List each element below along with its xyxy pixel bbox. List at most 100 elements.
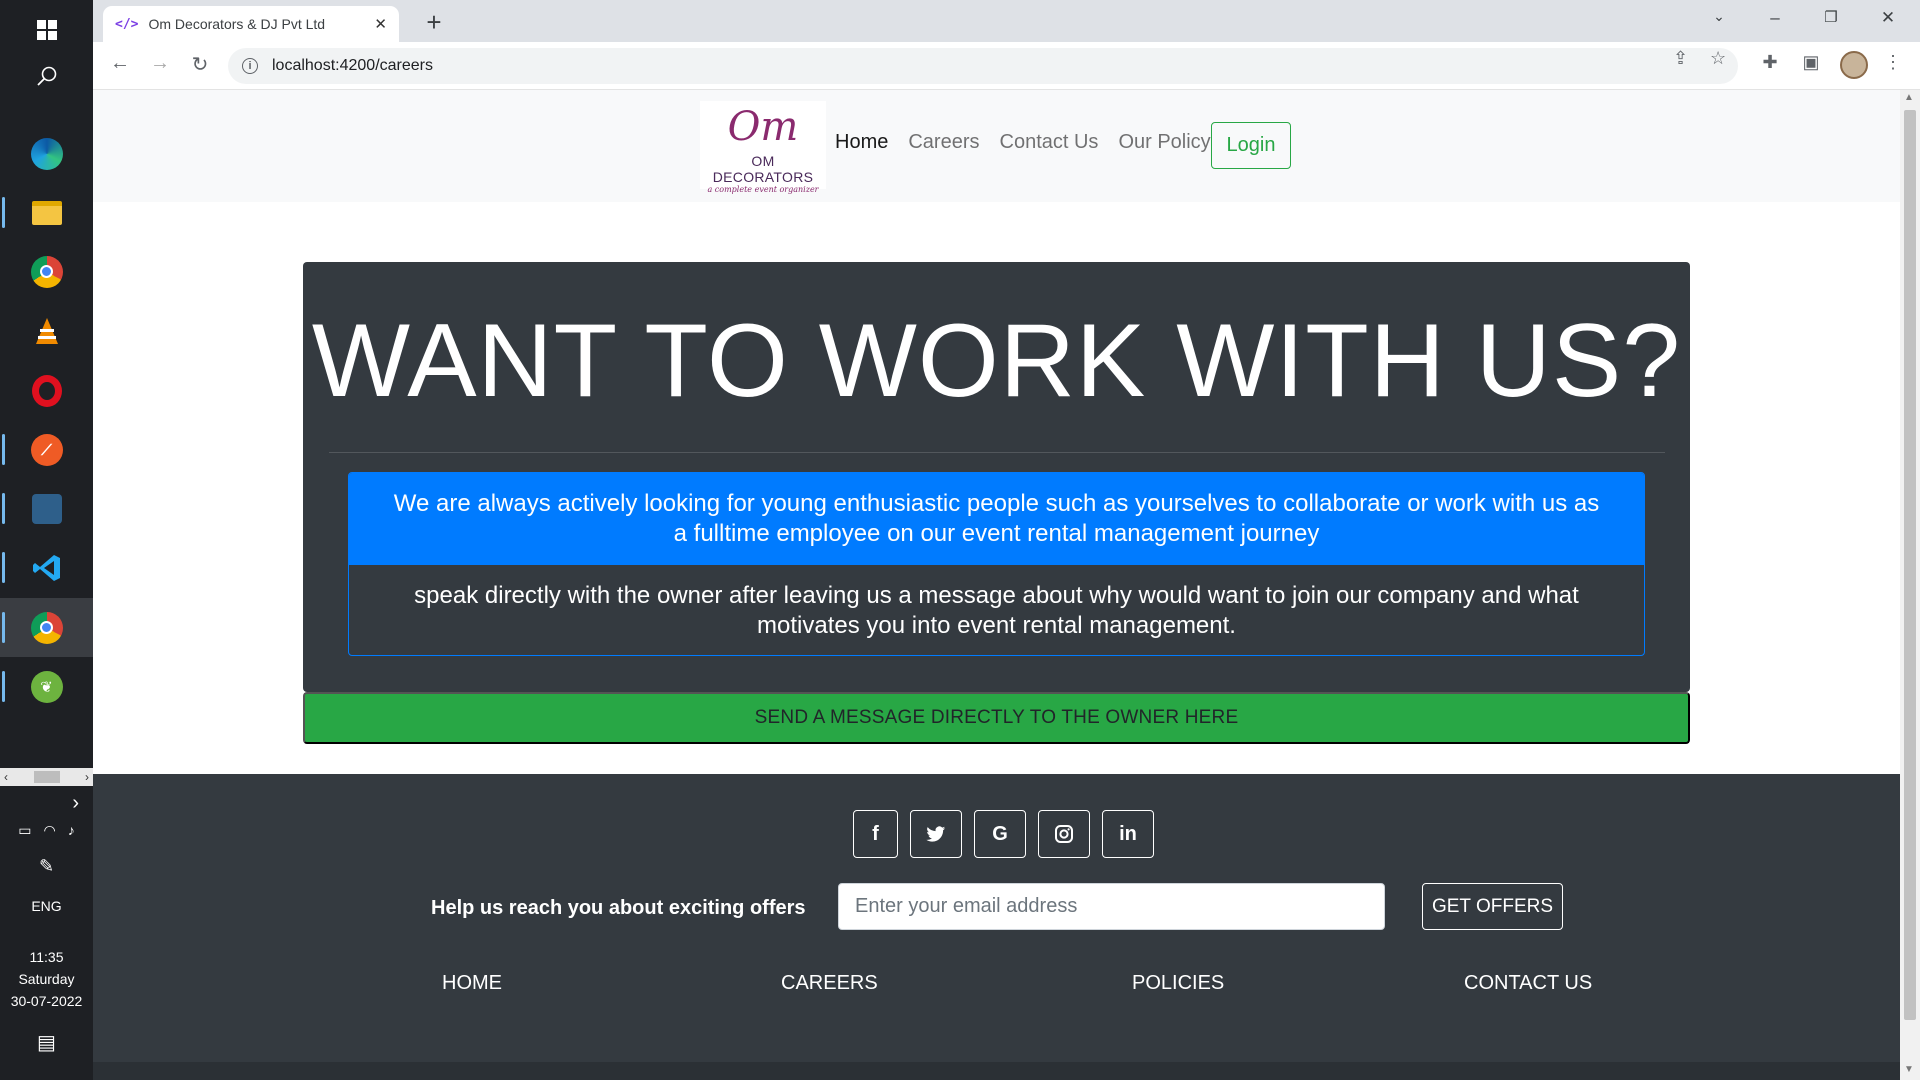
- email-input[interactable]: [838, 883, 1385, 930]
- facebook-icon: f: [872, 822, 879, 845]
- card-header-text: We are always actively looking for young…: [349, 473, 1644, 565]
- linkedin-button[interactable]: in: [1102, 810, 1154, 858]
- chrome-menu-icon[interactable]: ⋮: [1880, 52, 1906, 73]
- close-tab-icon[interactable]: ✕: [374, 15, 387, 33]
- running-indicator: [2, 197, 5, 228]
- notification-center-icon[interactable]: ▤: [0, 1030, 93, 1055]
- taskbar-app-spring-tool-suite[interactable]: ❦: [0, 657, 93, 716]
- minimize-icon[interactable]: –: [1760, 8, 1790, 28]
- forward-arrow-icon[interactable]: →: [145, 52, 175, 75]
- footer-home-link[interactable]: HOME: [442, 972, 502, 995]
- taskbar-scroller[interactable]: ‹ ›: [0, 768, 93, 786]
- om-decorators-logo[interactable]: Om OM DECORATORS a complete event organi…: [700, 101, 826, 194]
- taskbar-app-mysql-workbench[interactable]: [0, 479, 93, 538]
- nav-careers-link[interactable]: Careers: [908, 122, 979, 162]
- careers-jumbotron: WANT TO WORK WITH US? We are always acti…: [303, 262, 1690, 692]
- taskbar-app-file-explorer[interactable]: [0, 183, 93, 242]
- offers-label: Help us reach you about exciting offers: [431, 897, 806, 919]
- code-favicon-icon: </>: [115, 16, 139, 32]
- taskbar-app-vlc[interactable]: [0, 302, 93, 361]
- social-links: f G in: [853, 810, 1154, 858]
- running-indicator: [2, 434, 5, 465]
- careers-info-card: We are always actively looking for young…: [348, 472, 1645, 656]
- bookmark-star-icon[interactable]: ☆: [1710, 48, 1726, 69]
- taskbar-app-postman[interactable]: ⟋: [0, 420, 93, 479]
- nav-home-link[interactable]: Home: [835, 122, 888, 162]
- site-navbar: Om OM DECORATORS a complete event organi…: [93, 90, 1900, 202]
- taskbar-search-button[interactable]: [0, 46, 93, 105]
- instagram-button[interactable]: [1038, 810, 1090, 858]
- restore-icon[interactable]: ❐: [1816, 8, 1846, 26]
- nav-contact-link[interactable]: Contact Us: [1000, 122, 1099, 162]
- footer-careers-link[interactable]: CAREERS: [781, 972, 878, 995]
- taskbar-app-opera[interactable]: [0, 361, 93, 420]
- taskbar-scroll-thumb[interactable]: [33, 771, 60, 783]
- google-icon: G: [992, 822, 1008, 845]
- linkedin-icon: in: [1119, 822, 1137, 845]
- show-hidden-icons-button[interactable]: ›: [0, 792, 93, 815]
- chevron-right-icon: ›: [72, 792, 79, 814]
- scroll-left-icon[interactable]: ‹: [4, 770, 8, 784]
- running-indicator: [2, 612, 5, 643]
- browser-tab-active[interactable]: </> Om Decorators & DJ Pvt Ltd ✕: [103, 6, 399, 42]
- windows-taskbar: ⟋ ❦ ‹ › › ▭ ◠ ♪ ✎ ENG 11:35 Saturday 30-…: [0, 0, 93, 1080]
- page-viewport: Om OM DECORATORS a complete event organi…: [93, 90, 1900, 1080]
- page-scrollbar[interactable]: ▲ ▼: [1900, 90, 1920, 1080]
- back-arrow-icon[interactable]: ←: [105, 52, 135, 75]
- volume-icon[interactable]: ♪: [68, 822, 75, 839]
- send-message-button[interactable]: SEND A MESSAGE DIRECTLY TO THE OWNER HER…: [303, 692, 1690, 744]
- address-bar[interactable]: i localhost:4200/careers: [228, 48, 1738, 84]
- mysql-workbench-icon: [31, 493, 62, 524]
- clock-time: 11:35: [29, 949, 64, 965]
- wifi-icon[interactable]: ◠: [44, 822, 56, 839]
- taskbar-app-edge[interactable]: [0, 124, 93, 183]
- scroll-down-icon[interactable]: ▼: [1904, 1064, 1914, 1075]
- pen-icon[interactable]: ✎: [0, 856, 93, 877]
- opera-icon: [31, 374, 62, 407]
- site-nav-links: Home Careers Contact Us Our Policy: [835, 122, 1211, 162]
- url-text: localhost:4200/careers: [272, 57, 433, 74]
- extensions-puzzle-icon[interactable]: ✚: [1757, 52, 1783, 73]
- close-window-icon[interactable]: ✕: [1873, 8, 1903, 28]
- footer-policies-link[interactable]: POLICIES: [1132, 972, 1224, 995]
- search-icon: [36, 66, 56, 86]
- tab-title: Om Decorators & DJ Pvt Ltd: [148, 16, 326, 32]
- taskbar-app-chrome-active[interactable]: [0, 598, 93, 657]
- tab-search-chevron-icon[interactable]: ⌄: [1704, 8, 1734, 25]
- footer-contact-link[interactable]: CONTACT US: [1464, 972, 1592, 995]
- tray-icons: ▭ ◠ ♪: [0, 822, 93, 839]
- footer-bottom-bar: [93, 1062, 1900, 1080]
- site-footer: f G in Help us reach you about exciting …: [93, 774, 1900, 1080]
- twitter-button[interactable]: [910, 810, 962, 858]
- running-indicator: [2, 493, 5, 524]
- side-panel-icon[interactable]: ▣: [1798, 52, 1824, 73]
- nav-policy-link[interactable]: Our Policy: [1118, 122, 1210, 162]
- logo-tagline: a complete event organizer: [707, 185, 819, 194]
- edge-icon: [30, 137, 63, 170]
- battery-icon[interactable]: ▭: [18, 822, 31, 839]
- facebook-button[interactable]: f: [853, 810, 898, 858]
- share-icon[interactable]: ⇪: [1673, 48, 1688, 69]
- reload-icon[interactable]: ↻: [185, 52, 215, 77]
- language-indicator[interactable]: ENG: [0, 898, 93, 914]
- new-tab-button[interactable]: +: [419, 7, 449, 38]
- browser-titlebar: </> Om Decorators & DJ Pvt Ltd ✕ + ⌄ – ❐…: [93, 0, 1920, 42]
- divider: [329, 452, 1665, 453]
- site-info-icon[interactable]: i: [242, 58, 258, 74]
- taskbar-app-vscode[interactable]: [0, 538, 93, 597]
- clock[interactable]: 11:35 Saturday 30-07-2022: [0, 946, 93, 1012]
- chrome-icon: [30, 255, 63, 288]
- logo-mark: Om: [727, 104, 799, 150]
- profile-avatar[interactable]: [1840, 51, 1868, 79]
- chrome-icon: [30, 611, 63, 644]
- login-button[interactable]: Login: [1211, 122, 1291, 169]
- page-scroll-thumb[interactable]: [1904, 110, 1916, 1020]
- card-body-text: speak directly with the owner after leav…: [414, 582, 1579, 639]
- google-button[interactable]: G: [974, 810, 1026, 858]
- instagram-icon: [1055, 825, 1073, 843]
- get-offers-button[interactable]: GET OFFERS: [1422, 883, 1563, 930]
- careers-heading: WANT TO WORK WITH US?: [311, 303, 1682, 419]
- taskbar-app-chrome[interactable]: [0, 242, 93, 301]
- scroll-up-icon[interactable]: ▲: [1904, 92, 1914, 103]
- scroll-right-icon[interactable]: ›: [85, 770, 89, 784]
